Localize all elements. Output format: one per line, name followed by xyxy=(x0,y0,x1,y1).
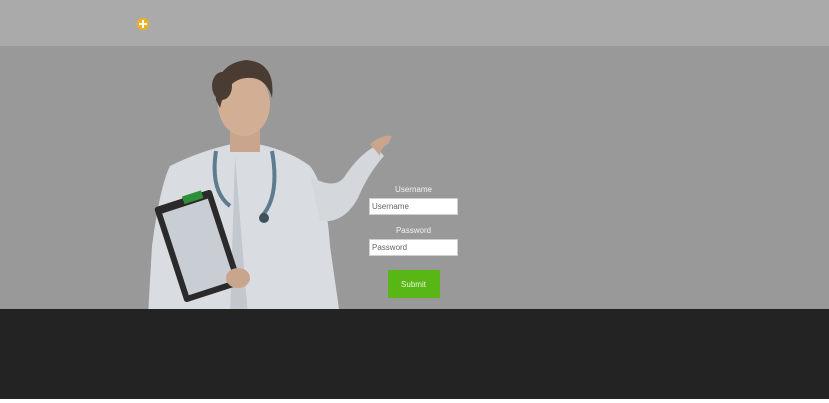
username-label: Username xyxy=(395,185,432,194)
login-form: Username Password Submit xyxy=(369,184,458,298)
doctor-image xyxy=(148,60,392,309)
username-input[interactable] xyxy=(369,198,458,215)
password-label: Password xyxy=(395,226,432,235)
password-input[interactable] xyxy=(369,239,458,256)
site-logo[interactable] xyxy=(137,17,153,31)
footer xyxy=(0,309,829,399)
submit-button[interactable]: Submit xyxy=(387,270,440,298)
bottom-strip xyxy=(0,399,829,403)
hero-section: Username Password Submit xyxy=(0,46,829,309)
medical-cross-icon xyxy=(137,18,149,30)
top-navbar xyxy=(0,0,829,46)
